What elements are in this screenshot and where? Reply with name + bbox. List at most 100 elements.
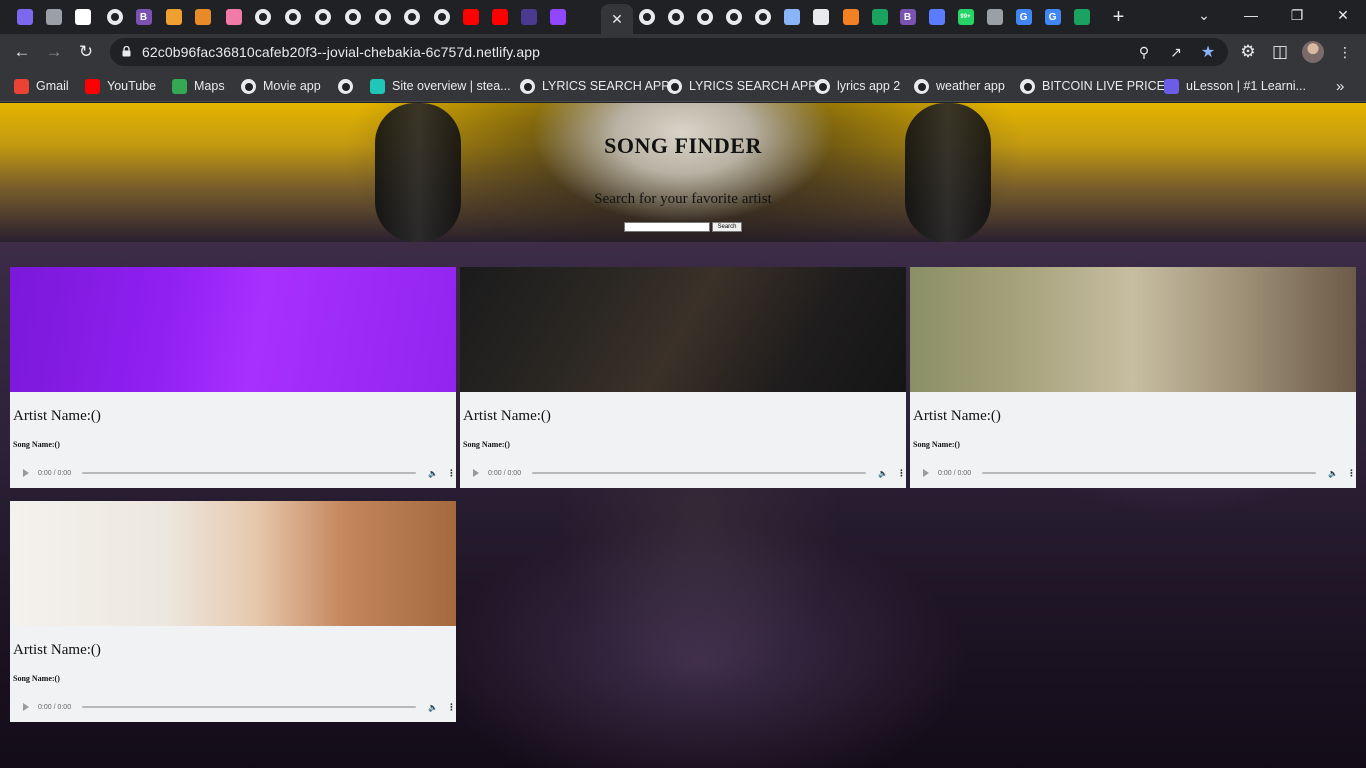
tab-search-chevron-icon[interactable]: ⌄ [1181,0,1227,30]
window-close-button[interactable]: ✕ [1320,0,1366,30]
restore-button[interactable]: ❐ [1274,0,1320,30]
browser-tab[interactable]: 99+ [951,4,980,30]
new-tab-button[interactable]: + [1104,4,1133,30]
volume-icon[interactable]: 🔈 [1328,469,1338,478]
more-bookmarks-chevron-icon[interactable]: » [1336,76,1344,96]
minimize-button[interactable]: — [1228,0,1274,30]
play-icon[interactable] [23,469,29,477]
browser-tab[interactable] [248,4,277,30]
browser-tab[interactable] [397,4,426,30]
browser-tab[interactable] [632,4,661,30]
bookmark-item[interactable]: YouTube [85,76,156,96]
more-options-icon[interactable]: ⋮ [897,468,906,478]
browser-tab[interactable] [159,4,188,30]
volume-icon[interactable]: 🔈 [428,703,438,712]
globe-icon [314,9,331,25]
browser-tab[interactable] [188,4,217,30]
bookmark-item[interactable]: Gmail [14,76,69,96]
audio-progress-track[interactable] [532,472,866,474]
lambda-icon [783,9,800,25]
browser-tab[interactable] [308,4,337,30]
back-arrow-icon[interactable]: ← [8,38,36,66]
maps-icon [172,78,187,94]
extensions-puzzle-icon[interactable]: ⚙ [1234,38,1262,66]
bookmark-item[interactable]: Movie app [241,76,321,96]
zoom-icon[interactable]: ⚲ [1133,42,1155,62]
address-bar[interactable]: 62c0b96fac36810cafeb20f3--jovial-chebaki… [110,38,1228,66]
page-icon [74,9,91,25]
bookmark-item[interactable]: uLesson | #1 Learni... [1164,76,1306,96]
audio-time: 0:00 / 0:00 [488,469,522,477]
url-text[interactable]: 62c0b96fac36810cafeb20f3--jovial-chebaki… [142,44,540,60]
w-icon [1073,9,1090,25]
globe-icon [725,9,742,25]
volume-icon[interactable]: 🔈 [878,469,888,478]
forward-arrow-icon[interactable]: → [40,38,68,66]
side-panel-icon[interactable]: ◫ [1266,38,1294,66]
browser-tab[interactable] [514,4,543,30]
browser-tab[interactable] [836,4,865,30]
play-icon[interactable] [473,469,479,477]
search-button[interactable]: Search [712,222,742,232]
mail-icon [16,9,33,25]
browser-tab[interactable] [980,4,1009,30]
play-icon[interactable] [23,703,29,711]
share-icon[interactable]: ↗ [1165,42,1187,62]
more-options-icon[interactable]: ⋮ [447,702,456,712]
browser-tab[interactable]: G [1009,4,1038,30]
browser-tab[interactable] [10,4,39,30]
browser-tab[interactable]: G [1038,4,1067,30]
browser-tab[interactable] [690,4,719,30]
bookmark-item[interactable]: weather app [914,76,1005,96]
globe-icon [374,9,391,25]
bookmark-item[interactable]: LYRICS SEARCH APP [520,76,670,96]
audio-progress-track[interactable] [82,472,416,474]
profile-avatar[interactable] [1299,38,1327,66]
audio-player[interactable]: 0:00 / 0:00 🔈 ⋮ [470,466,906,480]
reload-icon[interactable]: ↻ [72,38,100,66]
bookmark-label: weather app [936,79,1005,93]
browser-tab[interactable] [661,4,690,30]
browser-tab[interactable]: ✕ [601,4,633,34]
browser-tab[interactable] [456,4,485,30]
browser-tab[interactable]: B [129,4,158,30]
more-options-icon[interactable]: ⋮ [447,468,456,478]
volume-icon[interactable]: 🔈 [428,469,438,478]
browser-tab[interactable] [338,4,367,30]
audio-player[interactable]: 0:00 / 0:00 🔈 ⋮ [20,700,456,714]
audio-player[interactable]: 0:00 / 0:00 🔈 ⋮ [920,466,1356,480]
bookmark-item[interactable]: BITCOIN LIVE PRICE [1020,76,1165,96]
bookmark-item[interactable] [338,76,353,96]
audio-progress-track[interactable] [82,706,416,708]
bookmark-star-icon[interactable]: ★ [1197,42,1219,62]
audio-player[interactable]: 0:00 / 0:00 🔈 ⋮ [20,466,456,480]
browser-tab[interactable] [865,4,894,30]
audio-progress-track[interactable] [982,472,1316,474]
play-icon[interactable] [923,469,929,477]
browser-tab[interactable] [368,4,397,30]
song-card: Artist Name:() Song Name:() 0:00 / 0:00 … [10,267,456,488]
browser-tab[interactable] [922,4,951,30]
browser-tab[interactable] [719,4,748,30]
globe-icon [914,78,929,94]
browser-tab[interactable] [68,4,97,30]
more-options-icon[interactable]: ⋮ [1347,468,1356,478]
bookmark-item[interactable]: lyrics app 2 [815,76,900,96]
bookmark-item[interactable]: LYRICS SEARCH APP [667,76,817,96]
menu-kebab-icon[interactable]: ⋮ [1331,38,1359,66]
search-input[interactable] [624,222,710,232]
browser-tab[interactable] [485,4,514,30]
browser-tab[interactable] [543,4,572,30]
browser-tab[interactable] [39,4,68,30]
browser-tab[interactable] [427,4,456,30]
bookmark-item[interactable]: Site overview | stea... [370,76,511,96]
browser-tab[interactable] [777,4,806,30]
browser-tab[interactable] [278,4,307,30]
browser-tab[interactable]: B [893,4,922,30]
browser-tab[interactable] [219,4,248,30]
browser-tab[interactable] [100,4,129,30]
browser-tab[interactable] [806,4,835,30]
browser-tab[interactable] [1067,4,1096,30]
bookmark-item[interactable]: Maps [172,76,225,96]
browser-tab[interactable] [748,4,777,30]
